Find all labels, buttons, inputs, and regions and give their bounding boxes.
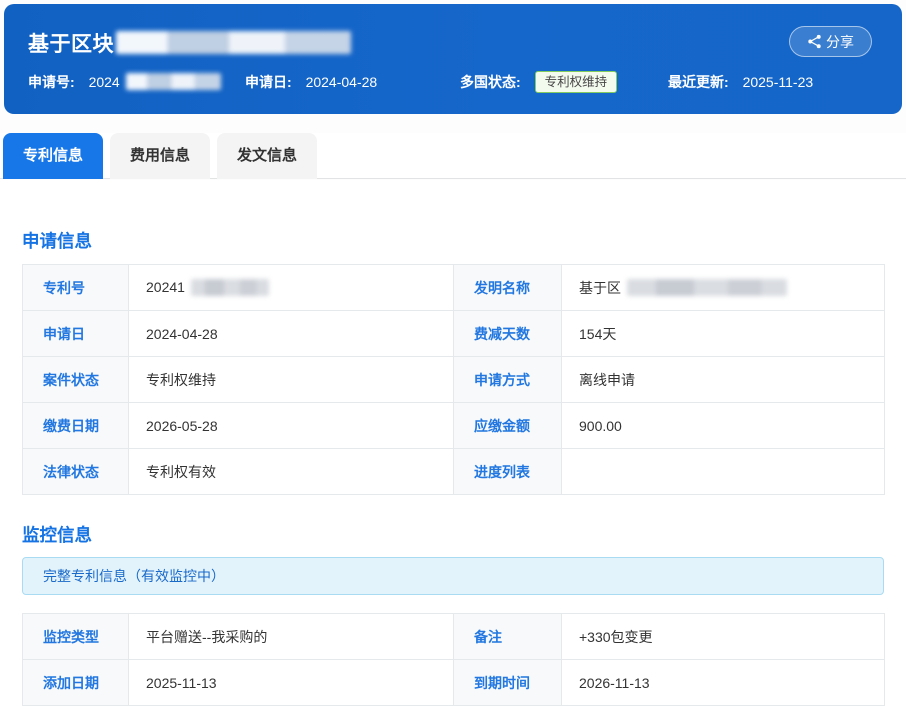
- page-title: 基于区块: [28, 33, 351, 56]
- table-row: 监控类型平台赠送--我采购的备注+330包变更: [23, 614, 885, 660]
- field-value: 专利权维持: [129, 357, 454, 403]
- redacted-application-number: [126, 73, 221, 90]
- redacted-text: [627, 279, 787, 296]
- table-row: 案件状态专利权维持申请方式离线申请: [23, 357, 885, 403]
- field-value: 离线申请: [562, 357, 885, 403]
- tab-1[interactable]: 费用信息: [110, 133, 210, 179]
- field-label: 申请日: [23, 311, 129, 357]
- application-info-table: 专利号20241发明名称基于区申请日2024-04-28费减天数154天案件状态…: [22, 264, 885, 495]
- field-label: 到期时间: [454, 660, 562, 706]
- multi-country-status: 多国状态: 专利权维持: [460, 72, 617, 93]
- field-value: 2024-04-28: [129, 311, 454, 357]
- field-label: 案件状态: [23, 357, 129, 403]
- status-badge: 专利权维持: [535, 71, 618, 93]
- application-number-label: 申请号:: [28, 74, 75, 90]
- application-date-label: 申请日:: [245, 74, 292, 90]
- field-label: 缴费日期: [23, 403, 129, 449]
- field-label: 备注: [454, 614, 562, 660]
- redacted-title-text: [116, 31, 351, 54]
- field-value: 专利权有效: [129, 449, 454, 495]
- field-value: 154天: [562, 311, 885, 357]
- field-label: 法律状态: [23, 449, 129, 495]
- field-label: 费减天数: [454, 311, 562, 357]
- field-value: 基于区: [562, 265, 885, 311]
- tab-0[interactable]: 专利信息: [3, 133, 103, 179]
- page-title-text: 基于区块: [28, 33, 114, 56]
- table-row: 缴费日期2026-05-28应缴金额900.00: [23, 403, 885, 449]
- share-button[interactable]: 分享: [789, 26, 872, 57]
- header-banner: 基于区块 分享 申请号: 2024 申请日: 2024-04-28 多国状态: …: [4, 4, 902, 114]
- field-label: 申请方式: [454, 357, 562, 403]
- field-label: 应缴金额: [454, 403, 562, 449]
- field-value: 平台赠送--我采购的: [129, 614, 454, 660]
- field-value: +330包变更: [562, 614, 885, 660]
- field-value: 2026-05-28: [129, 403, 454, 449]
- table-row: 法律状态专利权有效进度列表: [23, 449, 885, 495]
- monitoring-info-table: 监控类型平台赠送--我采购的备注+330包变更添加日期2025-11-13到期时…: [22, 613, 885, 706]
- application-date: 申请日: 2024-04-28: [245, 72, 377, 92]
- tab-2[interactable]: 发文信息: [217, 133, 317, 179]
- section-title-monitoring: 监控信息: [22, 522, 884, 547]
- application-number-value: 2024: [89, 74, 120, 90]
- application-number: 申请号: 2024: [28, 72, 221, 92]
- field-value: 900.00: [562, 403, 885, 449]
- field-label: 添加日期: [23, 660, 129, 706]
- tab-bar: 专利信息费用信息发文信息: [0, 133, 906, 179]
- field-value: 20241: [129, 265, 454, 311]
- field-value: [562, 449, 885, 495]
- table-row: 添加日期2025-11-13到期时间2026-11-13: [23, 660, 885, 706]
- share-icon: [807, 34, 822, 49]
- field-value: 2026-11-13: [562, 660, 885, 706]
- field-label: 发明名称: [454, 265, 562, 311]
- last-updated: 最近更新: 2025-11-23: [668, 72, 813, 92]
- field-label: 监控类型: [23, 614, 129, 660]
- field-value: 2025-11-13: [129, 660, 454, 706]
- field-label: 进度列表: [454, 449, 562, 495]
- header-meta: 申请号: 2024 申请日: 2024-04-28 多国状态: 专利权维持 最近…: [4, 72, 902, 92]
- table-row: 申请日2024-04-28费减天数154天: [23, 311, 885, 357]
- last-updated-value: 2025-11-23: [743, 74, 814, 90]
- main-content: 申请信息 专利号20241发明名称基于区申请日2024-04-28费减天数154…: [0, 180, 906, 706]
- table-row: 专利号20241发明名称基于区: [23, 265, 885, 311]
- redacted-text: [191, 279, 269, 296]
- share-button-label: 分享: [826, 32, 854, 52]
- field-label: 专利号: [23, 265, 129, 311]
- monitoring-notice: 完整专利信息（有效监控中）: [22, 557, 884, 595]
- multi-country-status-label: 多国状态:: [460, 74, 521, 90]
- section-title-application: 申请信息: [22, 228, 884, 253]
- application-date-value: 2024-04-28: [306, 74, 378, 90]
- last-updated-label: 最近更新:: [668, 74, 729, 90]
